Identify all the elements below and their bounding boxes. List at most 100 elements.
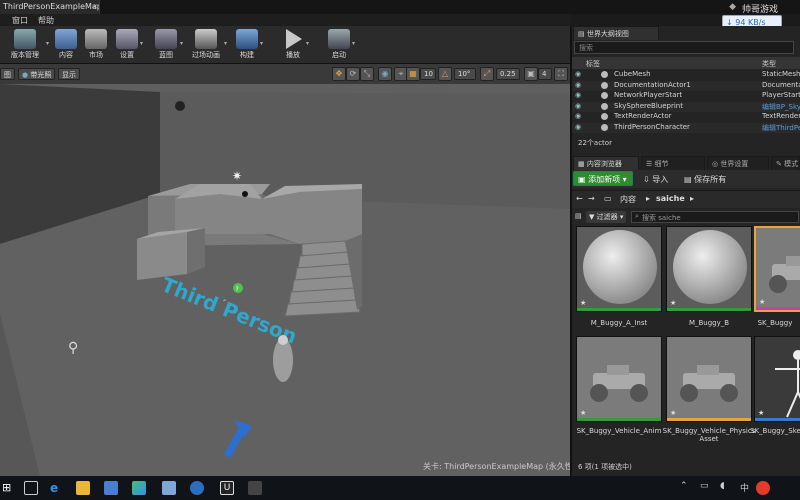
import-button[interactable]: ⇩ 导入 [643, 174, 668, 185]
forward-arrow-icon[interactable]: → [588, 194, 595, 203]
play-button[interactable]: 播放 ▾ [280, 26, 309, 64]
volume-icon[interactable]: ◖ [720, 481, 734, 495]
play-icon [286, 29, 302, 49]
marketplace-button[interactable]: 市场 [82, 26, 110, 64]
actor-name: CubeMesh [614, 70, 651, 78]
scale-icon[interactable]: ⤡ [360, 67, 374, 81]
content-grid-icon [55, 29, 77, 49]
source-control-button[interactable]: 版本管理 ▾ [4, 26, 49, 64]
visibility-eye-icon[interactable]: ◉ [575, 123, 581, 131]
tray-app-icon[interactable] [756, 481, 770, 495]
show-button[interactable]: 显示 [58, 68, 80, 80]
rotate-icon[interactable]: ⟳ [346, 67, 360, 81]
asset-tile[interactable]: ★ [666, 336, 752, 422]
cinematics-button[interactable]: 过场动画 ▾ [188, 26, 227, 64]
edge-browser-icon[interactable]: e [50, 481, 64, 495]
tab-world-settings[interactable]: ◎ 世界设置 [707, 156, 769, 170]
outliner-row[interactable]: ◉ ThirdPersonCharacter 编辑ThirdPersonCharac… [572, 122, 800, 133]
launch-button[interactable]: 启动 ▾ [326, 26, 355, 64]
visibility-eye-icon[interactable]: ◉ [575, 70, 581, 78]
task-view-icon[interactable] [24, 481, 38, 495]
tab-content-browser[interactable]: ▦ 内容浏览器 [573, 156, 639, 170]
tab-modes[interactable]: ✎ 模式 [771, 156, 800, 170]
visibility-eye-icon[interactable]: ◉ [575, 102, 581, 110]
translate-icon[interactable]: ✥ [332, 67, 346, 81]
menu-window[interactable]: 窗口 [12, 15, 28, 26]
grid-snap-value[interactable]: 10 [420, 68, 436, 80]
unreal-engine-icon[interactable]: U [220, 481, 234, 495]
outliner-row[interactable]: ◉ DocumentationActor1 DocumentationActor [572, 80, 800, 91]
tab-world-outliner[interactable]: ▤ 世界大纲视图 [573, 26, 659, 40]
filter-button[interactable]: ▼ 过滤器 ▾ [586, 211, 627, 223]
asset-tile[interactable]: ★ [576, 226, 662, 312]
close-tab-icon[interactable]: ✕ [92, 3, 98, 11]
actor-count: 22个actor [578, 139, 612, 147]
rotation-snap-value[interactable]: 10° [454, 68, 476, 80]
save-icon: ▤ [684, 175, 695, 184]
outliner-row[interactable]: ◉ TextRenderActor TextRenderActor [572, 112, 800, 123]
visibility-eye-icon[interactable]: ◉ [575, 112, 581, 120]
asset-name: SK_Buggy_Skeleton [750, 427, 800, 435]
start-icon[interactable]: ⊞ [2, 481, 16, 495]
level-viewport[interactable]: ✷ ? ⌃ Third Person ⚲ [0, 84, 570, 476]
notes-icon[interactable] [162, 481, 176, 495]
actor-name: DocumentationActor1 [614, 80, 691, 89]
scale-snap-value[interactable]: 0.25 [496, 68, 520, 80]
add-new-button[interactable]: ▣ 添加新项 ▾ [573, 171, 633, 186]
outliner-row[interactable]: ◉ CubeMesh StaticMeshActor [572, 70, 800, 81]
asset-tile[interactable]: ★ [754, 336, 800, 422]
actor-type[interactable]: 编辑ThirdPersonCharacter [762, 123, 800, 133]
settings-button[interactable]: 设置 ▾ [114, 26, 143, 64]
blueprints-button[interactable]: 蓝图 ▾ [152, 26, 183, 64]
chevron-down-icon: ▾ [617, 213, 624, 221]
sources-toggle-icon[interactable]: ▤ [575, 212, 582, 220]
document-tab[interactable]: ThirdPersonExampleMap* [0, 0, 100, 14]
cloud-app-icon[interactable] [190, 481, 204, 495]
label-column-header[interactable]: 标签 [586, 59, 600, 69]
actor-type[interactable]: 编辑BP_Sky_Sphere [762, 102, 800, 112]
viewport-scene[interactable]: ✷ ? ⌃ Third Person ⚲ [0, 84, 570, 476]
perspective-button[interactable]: 图 [0, 68, 15, 80]
file-explorer-icon[interactable] [76, 481, 90, 495]
type-column-header[interactable]: 类型 [762, 59, 776, 69]
back-arrow-icon[interactable]: ← [576, 194, 583, 203]
path-saiche[interactable]: saiche [656, 194, 685, 203]
visibility-eye-icon[interactable]: ◉ [575, 81, 581, 89]
scale-snap-icon[interactable]: ⤢ [480, 67, 494, 81]
level-caption: 关卡: ThirdPersonExampleMap (永久性) [423, 462, 576, 471]
star-icon: ★ [580, 299, 587, 307]
camera-speed-value[interactable]: 4 [538, 68, 552, 80]
asset-tile[interactable]: ★ [576, 336, 662, 422]
asset-tile[interactable]: ★ [754, 226, 800, 312]
camera-speed-icon[interactable]: ▣ [524, 67, 538, 81]
asset-search-input[interactable]: 搜索 saiche [631, 211, 799, 223]
save-all-button[interactable]: ▤ 保存所有 [684, 174, 726, 185]
path-content[interactable]: 内容 [620, 194, 636, 205]
network-tray-icon[interactable]: ▭ [700, 481, 714, 495]
outliner-row[interactable]: ◉ NetworkPlayerStart PlayerStart [572, 91, 800, 102]
ime-icon[interactable]: 中 [740, 481, 754, 495]
outliner-search-input[interactable]: 搜索 [574, 41, 794, 54]
asset-type-stripe [667, 418, 751, 421]
app-icon[interactable] [248, 481, 262, 495]
visibility-eye-icon[interactable]: ◉ [575, 91, 581, 99]
outliner-row[interactable]: ◉ SkySphereBlueprint 编辑BP_Sky_Sphere [572, 101, 800, 112]
document-title: ThirdPersonExampleMap* [3, 2, 100, 11]
asset-tile[interactable]: ★ [666, 226, 752, 312]
menu-help[interactable]: 帮助 [38, 15, 54, 26]
play-store-icon[interactable] [132, 481, 146, 495]
grid-snap-icon[interactable]: ▦ [406, 67, 420, 81]
store-icon[interactable] [104, 481, 118, 495]
world-space-icon[interactable]: ◉ [378, 67, 392, 81]
build-button[interactable]: 构建 ▾ [234, 26, 263, 64]
content-button[interactable]: 内容 [52, 26, 80, 64]
rotation-snap-icon[interactable]: △ [438, 67, 452, 81]
buggy-mesh-icon [577, 337, 661, 421]
tray-up-icon[interactable]: ⌃ [680, 481, 694, 495]
tab-details[interactable]: ☰ 细节 [641, 156, 705, 170]
clapperboard-icon [195, 29, 217, 49]
lit-mode-button[interactable]: ● 带光照 [18, 68, 56, 80]
chevron-down-icon: ▾ [223, 40, 227, 47]
maximize-viewport-icon[interactable]: ⛶ [554, 67, 568, 81]
actor-type: StaticMeshActor [762, 70, 800, 78]
